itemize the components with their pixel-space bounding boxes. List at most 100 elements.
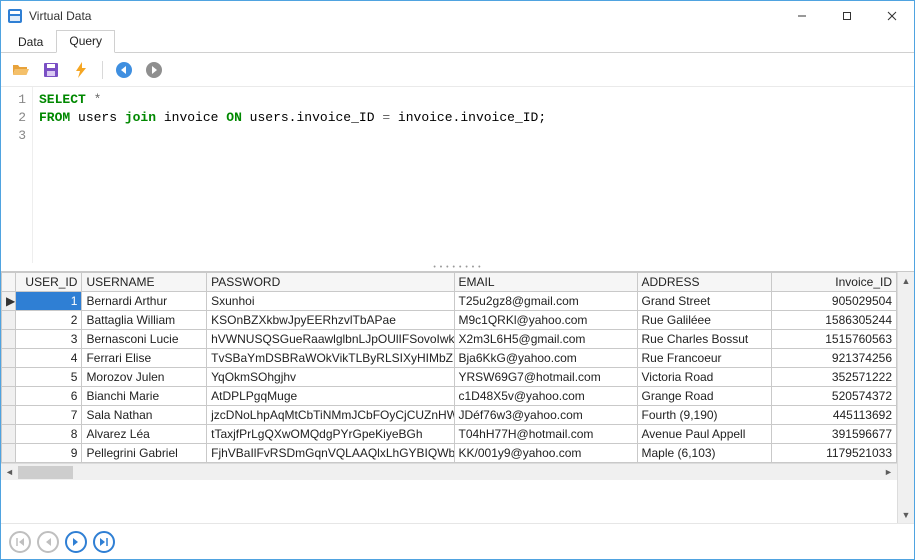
vertical-scrollbar[interactable]: ▲ ▼: [897, 272, 914, 523]
cell[interactable]: AtDPLPgqMuge: [207, 387, 454, 406]
cell[interactable]: 3: [16, 330, 82, 349]
prev-record-button[interactable]: [37, 531, 59, 553]
column-header[interactable]: PASSWORD: [207, 273, 454, 292]
nav-back-button[interactable]: [112, 58, 136, 82]
scroll-down-icon[interactable]: ▼: [898, 506, 915, 523]
cell[interactable]: Rue Francoeur: [637, 349, 772, 368]
cell[interactable]: Alvarez Léa: [82, 425, 207, 444]
cell[interactable]: FjhVBaIlFvRSDmGqnVQLAAQlxLhGYBIQWbU: [207, 444, 454, 463]
table-row[interactable]: 3Bernasconi LuciehVWNUSQSGueRaawlglbnLJp…: [2, 330, 897, 349]
cell[interactable]: 5: [16, 368, 82, 387]
scroll-up-icon[interactable]: ▲: [898, 272, 915, 289]
cell[interactable]: Avenue Paul Appell: [637, 425, 772, 444]
scroll-right-icon[interactable]: ►: [880, 464, 897, 481]
cell[interactable]: T04hH77H@hotmail.com: [454, 425, 637, 444]
table-row[interactable]: 7Sala NathanjzcDNoLhpAqMtCbTiNMmJCbFOyCj…: [2, 406, 897, 425]
nav-forward-button[interactable]: [142, 58, 166, 82]
cell[interactable]: Bernardi Arthur: [82, 292, 207, 311]
first-record-button[interactable]: [9, 531, 31, 553]
minimize-button[interactable]: [779, 2, 824, 31]
table-row[interactable]: ▶1Bernardi ArthurSxunhoiT25u2gz8@gmail.c…: [2, 292, 897, 311]
tab-query[interactable]: Query: [56, 30, 115, 53]
cell[interactable]: 6: [16, 387, 82, 406]
table-row[interactable]: 8Alvarez LéatTaxjfPrLgQXwOMQdgPYrGpeKiye…: [2, 425, 897, 444]
cell[interactable]: 7: [16, 406, 82, 425]
cell[interactable]: KK/001y9@yahoo.com: [454, 444, 637, 463]
cell[interactable]: 905029504: [772, 292, 897, 311]
cell[interactable]: Battaglia William: [82, 311, 207, 330]
cell[interactable]: M9c1QRKl@yahoo.com: [454, 311, 637, 330]
cell[interactable]: Grange Road: [637, 387, 772, 406]
horizontal-splitter[interactable]: • • • • • • • •: [1, 263, 914, 271]
cell[interactable]: Rue Charles Bossut: [637, 330, 772, 349]
row-indicator[interactable]: [2, 425, 16, 444]
open-button[interactable]: [9, 58, 33, 82]
cell[interactable]: Morozov Julen: [82, 368, 207, 387]
cell[interactable]: Pellegrini Gabriel: [82, 444, 207, 463]
cell[interactable]: KSOnBZXkbwJpyEERhzvlTbAPae: [207, 311, 454, 330]
cell[interactable]: c1D48X5v@yahoo.com: [454, 387, 637, 406]
horizontal-scrollbar[interactable]: ◄ ►: [1, 463, 897, 480]
cell[interactable]: tTaxjfPrLgQXwOMQdgPYrGpeKiyeBGh: [207, 425, 454, 444]
column-header[interactable]: USER_ID: [16, 273, 82, 292]
row-indicator[interactable]: [2, 330, 16, 349]
cell[interactable]: 520574372: [772, 387, 897, 406]
cell[interactable]: 2: [16, 311, 82, 330]
next-record-button[interactable]: [65, 531, 87, 553]
cell[interactable]: 8: [16, 425, 82, 444]
cell[interactable]: 4: [16, 349, 82, 368]
column-header[interactable]: Invoice_ID: [772, 273, 897, 292]
cell[interactable]: T25u2gz8@gmail.com: [454, 292, 637, 311]
cell[interactable]: YqOkmSOhgjhv: [207, 368, 454, 387]
column-header[interactable]: EMAIL: [454, 273, 637, 292]
sql-editor[interactable]: 123 SELECT *FROM users join invoice ON u…: [1, 87, 914, 263]
cell[interactable]: TvSBaYmDSBRaWOkVikTLByRLSIXyHIMbZK: [207, 349, 454, 368]
cell[interactable]: Victoria Road: [637, 368, 772, 387]
maximize-button[interactable]: [824, 2, 869, 31]
editor-code[interactable]: SELECT *FROM users join invoice ON users…: [33, 87, 914, 263]
row-indicator[interactable]: [2, 387, 16, 406]
save-button[interactable]: [39, 58, 63, 82]
row-indicator[interactable]: [2, 444, 16, 463]
column-header[interactable]: ADDRESS: [637, 273, 772, 292]
cell[interactable]: Maple (6,103): [637, 444, 772, 463]
row-indicator[interactable]: [2, 368, 16, 387]
cell[interactable]: hVWNUSQSGueRaawlglbnLJpOUlIFSovoIwkAiEa: [207, 330, 454, 349]
last-record-button[interactable]: [93, 531, 115, 553]
cell[interactable]: 1: [16, 292, 82, 311]
tab-data[interactable]: Data: [5, 31, 56, 53]
cell[interactable]: Grand Street: [637, 292, 772, 311]
cell[interactable]: Rue Galiléee: [637, 311, 772, 330]
run-query-button[interactable]: [69, 58, 93, 82]
cell[interactable]: Bianchi Marie: [82, 387, 207, 406]
cell[interactable]: 391596677: [772, 425, 897, 444]
row-indicator[interactable]: ▶: [2, 292, 16, 311]
cell[interactable]: 352571222: [772, 368, 897, 387]
cell[interactable]: JDéf76w3@yahoo.com: [454, 406, 637, 425]
table-row[interactable]: 4Ferrari EliseTvSBaYmDSBRaWOkVikTLByRLSI…: [2, 349, 897, 368]
close-button[interactable]: [869, 2, 914, 31]
cell[interactable]: YRSW69G7@hotmail.com: [454, 368, 637, 387]
cell[interactable]: 445113692: [772, 406, 897, 425]
scroll-left-icon[interactable]: ◄: [1, 464, 18, 481]
cell[interactable]: Ferrari Elise: [82, 349, 207, 368]
table-row[interactable]: 2Battaglia WilliamKSOnBZXkbwJpyEERhzvlTb…: [2, 311, 897, 330]
column-header[interactable]: USERNAME: [82, 273, 207, 292]
cell[interactable]: Fourth (9,190): [637, 406, 772, 425]
table-row[interactable]: 6Bianchi MarieAtDPLPgqMugec1D48X5v@yahoo…: [2, 387, 897, 406]
cell[interactable]: X2m3L6H5@gmail.com: [454, 330, 637, 349]
cell[interactable]: 1586305244: [772, 311, 897, 330]
cell[interactable]: Sala Nathan: [82, 406, 207, 425]
hscroll-thumb[interactable]: [18, 466, 73, 479]
table-row[interactable]: 9Pellegrini GabrielFjhVBaIlFvRSDmGqnVQLA…: [2, 444, 897, 463]
row-indicator[interactable]: [2, 349, 16, 368]
row-indicator[interactable]: [2, 311, 16, 330]
cell[interactable]: Sxunhoi: [207, 292, 454, 311]
cell[interactable]: Bernasconi Lucie: [82, 330, 207, 349]
cell[interactable]: Bja6KkG@yahoo.com: [454, 349, 637, 368]
cell[interactable]: 1515760563: [772, 330, 897, 349]
cell[interactable]: 9: [16, 444, 82, 463]
cell[interactable]: 921374256: [772, 349, 897, 368]
cell[interactable]: jzcDNoLhpAqMtCbTiNMmJCbFOyCjCUZnHWmTNsW: [207, 406, 454, 425]
results-grid[interactable]: USER_IDUSERNAMEPASSWORDEMAILADDRESSInvoi…: [1, 272, 897, 463]
